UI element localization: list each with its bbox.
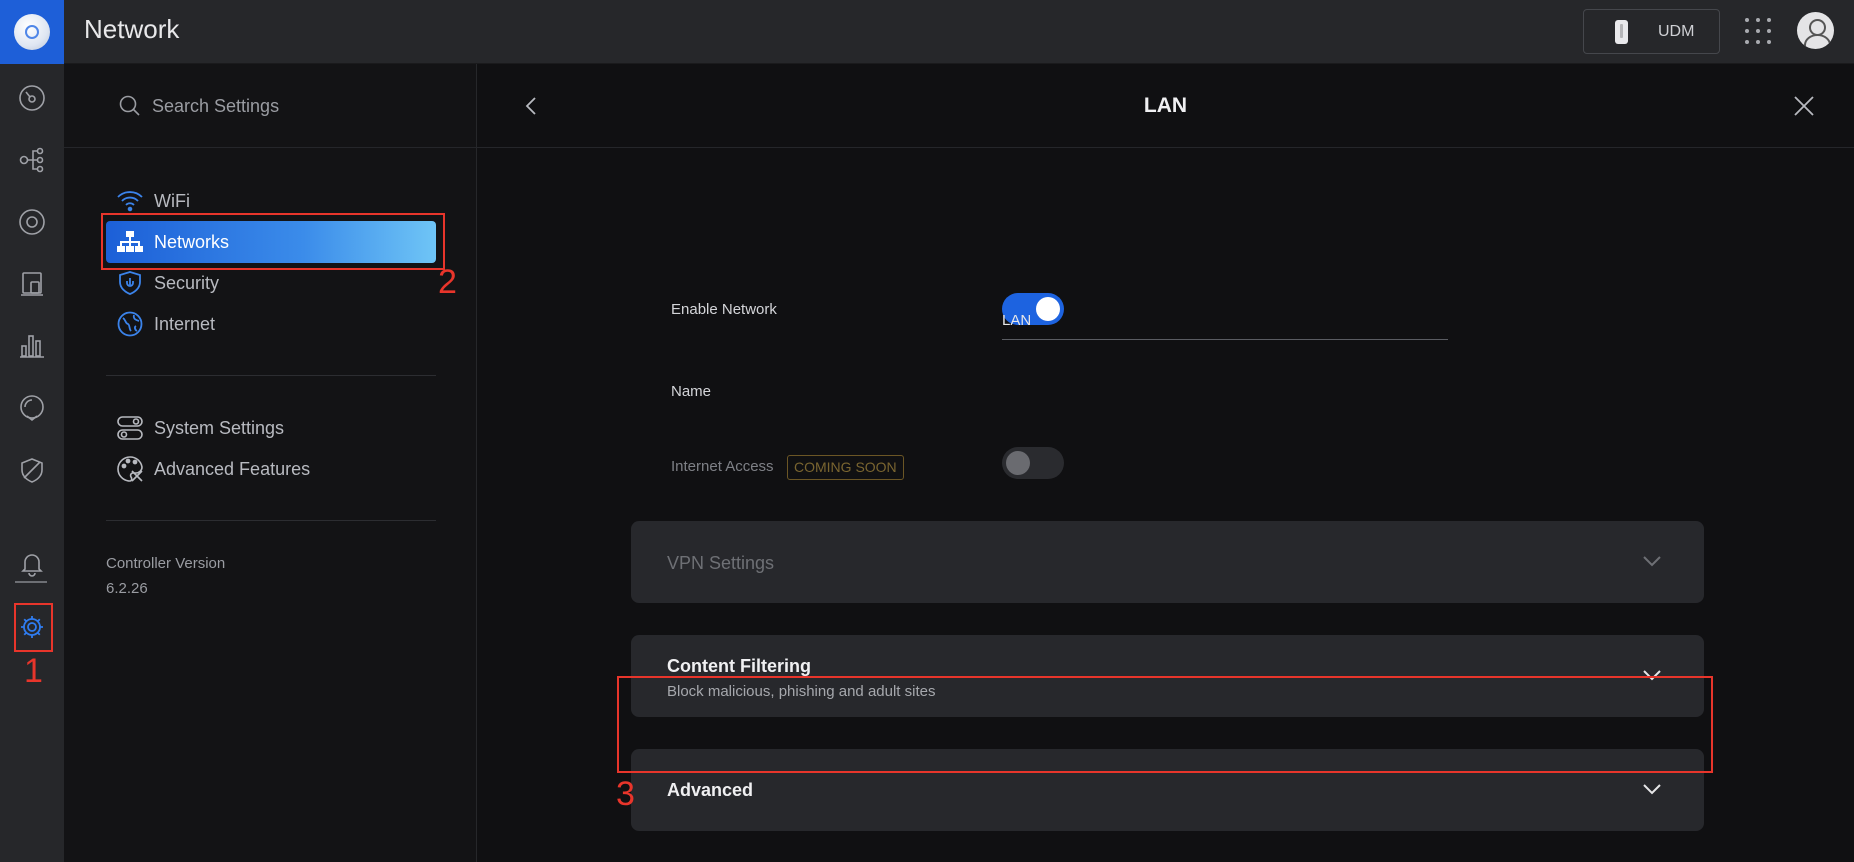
section-title: Advanced	[667, 780, 754, 800]
search-input[interactable]: Search Settings	[152, 96, 279, 117]
vpn-settings-section[interactable]: VPN Settings	[631, 521, 1704, 603]
sidebar-divider	[106, 375, 436, 376]
name-label: Name	[671, 383, 712, 400]
topology-icon[interactable]	[17, 145, 47, 175]
rail-divider	[15, 581, 47, 583]
section-title: Content Filtering	[667, 656, 811, 676]
notifications-bell-icon[interactable]	[17, 548, 47, 578]
page-title: LAN	[1143, 94, 1188, 117]
app-switcher-icon[interactable]	[1745, 18, 1771, 44]
logo-icon	[14, 14, 50, 50]
udm-device-icon	[1615, 19, 1628, 44]
top-bar: Network UDM	[0, 0, 1854, 64]
globe-icon	[110, 309, 150, 339]
threat-management-icon[interactable]	[17, 455, 47, 485]
nav-rail	[0, 64, 64, 862]
app-title: Network	[84, 14, 180, 44]
unifi-logo[interactable]	[0, 0, 64, 64]
sidebar-item-system-settings[interactable]: System Settings	[106, 407, 436, 449]
sidebar-item-label: WiFi	[154, 190, 190, 211]
coming-soon-badge: COMING SOON	[787, 455, 904, 480]
clients-icon[interactable]	[17, 269, 47, 299]
palette-tools-icon	[110, 454, 150, 484]
device-label: UDM	[1658, 22, 1695, 40]
sidebar-item-label: Security	[154, 272, 220, 293]
device-selector-button[interactable]: UDM	[1583, 9, 1720, 54]
sidebar-item-internet[interactable]: Internet	[106, 303, 436, 345]
annotation-label-1: 1	[24, 652, 43, 690]
sidebar-divider	[106, 520, 436, 521]
panel-header: LAN	[477, 64, 1854, 148]
wifi-icon	[110, 186, 150, 216]
dashboard-icon[interactable]	[17, 83, 47, 113]
controller-version-value: 6.2.26	[106, 580, 148, 597]
sidebar-item-label: System Settings	[154, 417, 285, 438]
user-avatar[interactable]	[1797, 12, 1834, 49]
chevron-down-icon[interactable]	[1641, 782, 1663, 796]
search-icon	[119, 95, 140, 116]
devices-icon[interactable]	[17, 207, 47, 237]
annotation-label-3: 3	[616, 775, 635, 813]
section-title: VPN Settings	[667, 553, 775, 573]
annotation-box-1	[14, 603, 53, 652]
sidebar-item-label: Advanced Features	[154, 458, 311, 479]
settings-search[interactable]: Search Settings	[64, 64, 477, 148]
annotation-label-2: 2	[438, 263, 457, 301]
settings-sidebar: Search Settings WiFi Networks Security I…	[64, 64, 477, 862]
insights-icon[interactable]	[17, 393, 47, 423]
annotation-box-2	[101, 213, 445, 270]
toggles-icon	[110, 413, 150, 443]
statistics-icon[interactable]	[17, 331, 47, 361]
sidebar-item-advanced-features[interactable]: Advanced Features	[106, 448, 436, 490]
name-field[interactable]	[1002, 308, 1448, 340]
annotation-box-3	[617, 676, 1713, 773]
internet-access-toggle[interactable]	[1002, 447, 1064, 479]
controller-version-label: Controller Version	[106, 555, 226, 572]
chevron-down-icon[interactable]	[1641, 554, 1663, 568]
shield-icon	[110, 268, 150, 298]
sidebar-item-label: Internet	[154, 313, 216, 334]
internet-access-label: Internet Access	[671, 458, 774, 475]
close-icon[interactable]	[1791, 93, 1817, 119]
enable-network-label: Enable Network	[671, 301, 777, 318]
